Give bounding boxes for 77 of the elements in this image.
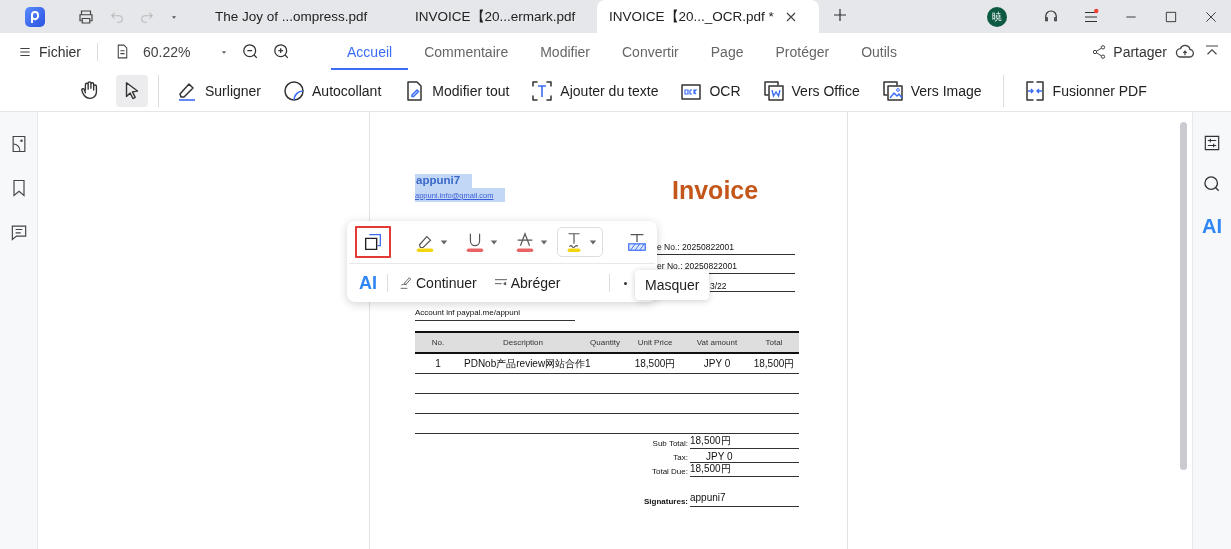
app-logo-icon[interactable] [25,7,45,27]
toolbar-button[interactable]: Vers Image [880,78,982,103]
image-document-icon [880,78,905,103]
toolbar-button[interactable]: Vers Office [761,78,860,103]
column-header: No. [430,338,446,347]
invoice-title: Invoice [672,176,759,205]
print-icon[interactable] [77,7,95,26]
caret-icon[interactable] [589,238,597,246]
ribbon-tab[interactable]: Page [694,33,760,70]
ribbon-tab[interactable]: Outils [845,33,913,70]
table-cell-text: 1 [434,358,442,369]
search-icon[interactable] [1202,174,1222,194]
document-tab[interactable]: INVOICE【20...ermark.pdf [397,0,597,33]
user-avatar[interactable]: 暁 [987,6,1007,27]
zoom-out-icon[interactable] [241,42,260,61]
table-cell-text: 1 [585,358,592,369]
underline-icon [464,231,486,253]
total-value: JPY 0 [690,451,799,463]
total-label: Sub Total: [651,439,689,449]
table-cell-text: 18,500円 [633,356,677,371]
more-dot-icon [623,281,627,285]
invoice-field: e No.: 20250822001 [657,242,795,255]
column-header: Vat amount [695,338,739,347]
table-cell-text: JPY 0 [702,358,732,369]
ribbon-tab[interactable]: Protéger [759,33,846,70]
text-area-icon [626,231,648,253]
document-tab[interactable]: INVOICE【20..._OCR.pdf * [597,0,819,33]
signature-value: appuni7 [690,492,799,507]
column-header: Unit Price [636,338,674,347]
toolbar-button[interactable]: Modifier tout [402,78,510,103]
table-cell-text: PDNob产品review网站合作 [463,356,585,371]
column-header: Total [764,338,784,347]
caret-icon[interactable] [490,238,498,246]
strikethrough-icon [514,231,536,253]
zoom-in-icon[interactable] [272,42,291,61]
text-box-icon [530,78,555,103]
word-document-icon [761,78,786,103]
properties-icon[interactable] [1202,133,1222,153]
ai-action-button[interactable]: Abréger [492,275,561,291]
table-cell-text: 18,500円 [752,356,796,371]
account-info: Account inf paypal.me/appuni [415,308,575,321]
share-button[interactable]: Partager [1091,43,1167,60]
toolbar-button[interactable]: Surligner [175,78,262,103]
share-icon [1091,43,1108,60]
tooltip: Masquer [635,270,710,300]
column-header: Quantity [589,338,621,347]
total-label: Total Due: [650,467,689,477]
pen-icon [398,275,414,291]
invoice-field: 3/22 [710,281,795,292]
toolbar-button[interactable]: Fusionner PDF [1022,78,1147,103]
column-header: Description [502,338,544,347]
ai-action-button[interactable]: Continuer [398,275,477,291]
ribbon-tab[interactable]: Convertir [606,33,695,70]
squiggly-text-button[interactable] [557,227,603,257]
toolbar-button[interactable]: Ajouter du texte [530,78,659,103]
total-value: 18,500円 [690,434,799,449]
new-tab-icon[interactable] [831,6,849,24]
toolbar-button[interactable]: Autocollant [282,78,382,103]
sender-name: appuni7 [415,174,473,188]
copy-icon [362,231,384,253]
file-menu[interactable]: Fichier [18,42,98,61]
sticker-icon [282,78,307,103]
scrollbar[interactable] [1180,122,1187,470]
ribbon-tab[interactable]: Commentaire [408,33,525,70]
total-label: Tax: [672,453,689,463]
caret-icon[interactable] [540,238,548,246]
ribbon-tab[interactable]: Modifier [524,33,606,70]
select-tool[interactable] [116,74,148,107]
document-tab[interactable]: The Joy of ...ompress.pdf [197,0,397,33]
copy-button[interactable] [355,226,391,258]
zoom-level[interactable]: 60.22% [143,43,207,60]
signature-label: Signatures: [643,497,689,507]
ai-logo[interactable]: AI [359,273,377,293]
caret-icon[interactable] [440,238,448,246]
close-icon[interactable] [785,11,796,22]
total-value: 18,500円 [690,462,799,477]
toolbar-button[interactable]: OCR [679,78,741,103]
